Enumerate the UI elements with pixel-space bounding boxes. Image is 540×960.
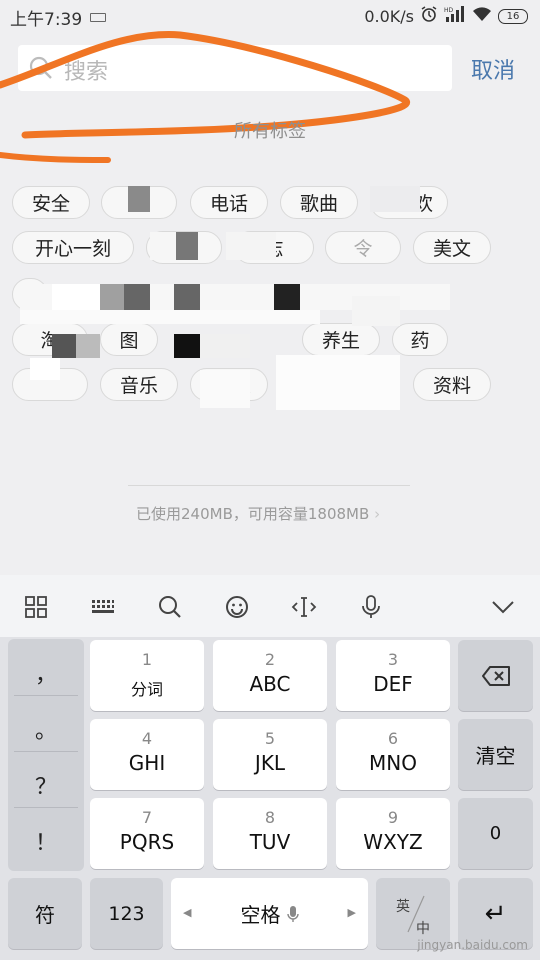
tag-chip[interactable]: 安全 bbox=[12, 186, 90, 219]
tag-chip[interactable]: 养生 bbox=[302, 323, 380, 356]
slash-divider bbox=[407, 895, 425, 933]
key-letters: 分词 bbox=[130, 680, 163, 699]
key-number: 8 bbox=[264, 808, 276, 827]
network-speed: 0.0K/s bbox=[364, 6, 414, 26]
key-letters: WXYZ bbox=[363, 830, 423, 854]
keyboard-toolbar bbox=[0, 575, 540, 637]
tag-chip[interactable]: 开心一刻 bbox=[12, 231, 134, 264]
keyboard-icon[interactable] bbox=[85, 589, 121, 625]
clear-button[interactable]: 清空 bbox=[458, 719, 533, 790]
key-7[interactable]: 7 PQRS bbox=[90, 798, 204, 869]
svg-text:HD: HD bbox=[444, 7, 454, 14]
microphone-icon bbox=[286, 905, 299, 922]
cancel-button[interactable]: 取消 bbox=[471, 53, 515, 85]
battery-icon: 16 bbox=[498, 8, 528, 24]
keyboard: ， 。 ？ ！ 1 分词 2 ABC 3 DEF 4 GHI 5 JKL 6 M… bbox=[0, 575, 540, 960]
tag-chip[interactable]: 资料 bbox=[413, 368, 491, 401]
watermark: jingyan.baidu.com bbox=[417, 938, 528, 952]
status-right: 0.0K/s HD 16 bbox=[364, 5, 528, 27]
search-icon[interactable] bbox=[152, 589, 188, 625]
tag-chip[interactable]: 图 bbox=[100, 323, 158, 356]
keyboard-indicator-icon bbox=[90, 13, 106, 22]
chevron-right-icon: › bbox=[374, 505, 381, 523]
key-4[interactable]: 4 GHI bbox=[90, 719, 204, 790]
key-3[interactable]: 3 DEF bbox=[336, 640, 450, 711]
chevron-left-icon: ◀ bbox=[183, 906, 192, 919]
collapse-icon[interactable] bbox=[485, 589, 521, 625]
key-letters: TUV bbox=[249, 830, 291, 854]
space-button[interactable]: ◀ 空格 ▶ bbox=[171, 878, 368, 949]
tag-label: 令 bbox=[353, 238, 373, 260]
tag-chip[interactable]: 美文 bbox=[413, 231, 491, 264]
storage-info-link[interactable]: 已使用240MB，可用容量1808MB › bbox=[136, 503, 380, 524]
microphone-icon[interactable] bbox=[353, 589, 389, 625]
chevron-right-icon: ▶ bbox=[347, 906, 356, 919]
tag-chip[interactable]: 音乐 bbox=[100, 368, 178, 401]
tag-chip[interactable]: 药 bbox=[392, 323, 448, 356]
key-letters: GHI bbox=[128, 751, 166, 775]
divider bbox=[14, 751, 78, 752]
divider bbox=[14, 695, 78, 696]
key-9[interactable]: 9 WXYZ bbox=[336, 798, 450, 869]
key-number: 1 bbox=[141, 650, 153, 669]
key-letters: MNO bbox=[369, 751, 417, 775]
punct-key-question[interactable]: ？ bbox=[8, 769, 84, 801]
key-letters: ABC bbox=[249, 672, 291, 696]
symbol-button[interactable]: 符 bbox=[8, 878, 82, 949]
divider bbox=[128, 485, 410, 486]
numeric-button[interactable]: 123 bbox=[90, 878, 163, 949]
key-letters: DEF bbox=[373, 672, 413, 696]
key-number: 3 bbox=[387, 650, 399, 669]
key-number: 4 bbox=[141, 729, 153, 748]
punctuation-column[interactable]: ， 。 ？ ！ bbox=[8, 639, 84, 871]
tag-chip[interactable]: 电话 bbox=[190, 186, 268, 219]
key-2[interactable]: 2 ABC bbox=[213, 640, 327, 711]
alarm-icon bbox=[420, 5, 438, 27]
key-number: 5 bbox=[264, 729, 276, 748]
backspace-button[interactable] bbox=[458, 640, 533, 711]
key-number: 2 bbox=[264, 650, 276, 669]
punct-key-comma[interactable]: ， bbox=[8, 657, 84, 689]
tag-chip[interactable]: 歌曲 bbox=[280, 186, 358, 219]
backspace-icon bbox=[481, 665, 510, 686]
punct-key-exclaim[interactable]: ！ bbox=[8, 825, 84, 857]
wifi-icon bbox=[472, 6, 492, 26]
cursor-icon[interactable] bbox=[286, 589, 322, 625]
storage-info-text: 已使用240MB，可用容量1808MB bbox=[136, 505, 370, 523]
key-number: 6 bbox=[387, 729, 399, 748]
emoji-icon[interactable] bbox=[219, 589, 255, 625]
section-title-all-tags: 所有标签 bbox=[234, 121, 306, 142]
tag-chip[interactable]: 令 bbox=[325, 231, 401, 264]
grid-icon[interactable] bbox=[18, 589, 54, 625]
divider bbox=[14, 807, 78, 808]
key-number: 9 bbox=[387, 808, 399, 827]
key-letters: PQRS bbox=[119, 830, 175, 854]
key-0[interactable]: 0 bbox=[458, 798, 533, 869]
key-8[interactable]: 8 TUV bbox=[213, 798, 327, 869]
key-5[interactable]: 5 JKL bbox=[213, 719, 327, 790]
space-label: 空格 bbox=[240, 903, 281, 927]
key-1[interactable]: 1 分词 bbox=[90, 640, 204, 711]
scribble-annotation bbox=[0, 31, 411, 163]
punct-key-period[interactable]: 。 bbox=[8, 713, 84, 745]
hd-signal-icon: HD bbox=[444, 6, 466, 26]
key-number: 7 bbox=[141, 808, 153, 827]
key-letters: JKL bbox=[254, 751, 286, 775]
key-6[interactable]: 6 MNO bbox=[336, 719, 450, 790]
